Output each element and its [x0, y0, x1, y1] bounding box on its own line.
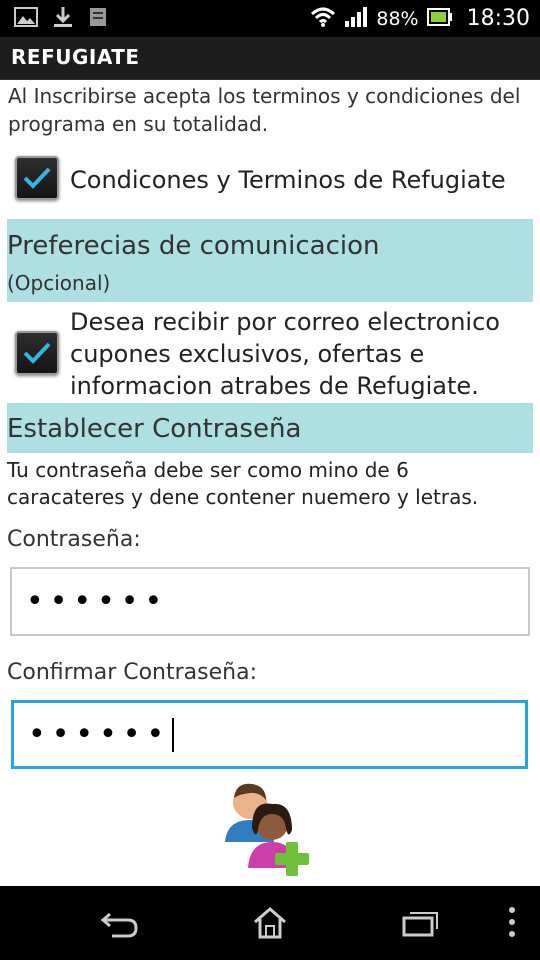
terms-checkbox-label[interactable]: Condicones y Terminos de Refugiate: [70, 164, 506, 196]
password-section-header: Establecer Contraseña: [7, 403, 533, 453]
terms-checkbox[interactable]: [15, 156, 59, 200]
text-cursor: [172, 717, 175, 752]
recent-apps-icon[interactable]: [400, 910, 440, 942]
image-notification-icon: [14, 6, 38, 32]
confirm-password-value: ••••••: [28, 717, 171, 752]
communication-section-header: Preferecias de comunicacion (Opcional): [7, 219, 533, 302]
registration-form[interactable]: Al Inscribirse acepta los terminos y con…: [0, 80, 540, 886]
password-requirements: Tu contraseña debe ser como mino de 6 ca…: [7, 458, 479, 509]
app-title: REFUGIATE: [11, 45, 140, 69]
password-value: ••••••: [26, 584, 169, 619]
checkmark-icon: [23, 342, 51, 364]
notes-icon: [88, 6, 108, 32]
action-bar: REFUGIATE: [0, 37, 540, 80]
back-icon[interactable]: [100, 910, 140, 942]
battery-icon: [426, 7, 453, 30]
home-icon[interactable]: [252, 906, 288, 944]
communication-checkbox[interactable]: [15, 331, 59, 375]
navigation-bar: [0, 886, 540, 960]
menu-icon[interactable]: [508, 906, 516, 942]
communication-title: Preferecias de comunicacion: [7, 231, 380, 261]
password-input[interactable]: ••••••: [10, 567, 530, 636]
download-icon: [52, 5, 74, 33]
wifi-icon: [310, 6, 336, 32]
terms-text: Al Inscribirse acepta los terminos y con…: [8, 84, 521, 136]
clock: 18:30: [466, 6, 530, 31]
communication-checkbox-label[interactable]: Desea recibir por correo electronico cup…: [70, 306, 510, 402]
password-section-title: Establecer Contraseña: [7, 414, 302, 444]
confirm-password-input[interactable]: ••••••: [11, 700, 528, 769]
password-label: Contraseña:: [7, 527, 141, 552]
confirm-password-label: Confirmar Contraseña:: [7, 660, 257, 685]
status-bar: 88% 18:30: [0, 0, 540, 37]
battery-percent: 88%: [376, 7, 419, 30]
checkmark-icon: [23, 167, 51, 189]
signal-icon: [344, 6, 368, 32]
communication-subtitle: (Opcional): [7, 271, 111, 295]
add-user-icon[interactable]: [222, 780, 316, 880]
